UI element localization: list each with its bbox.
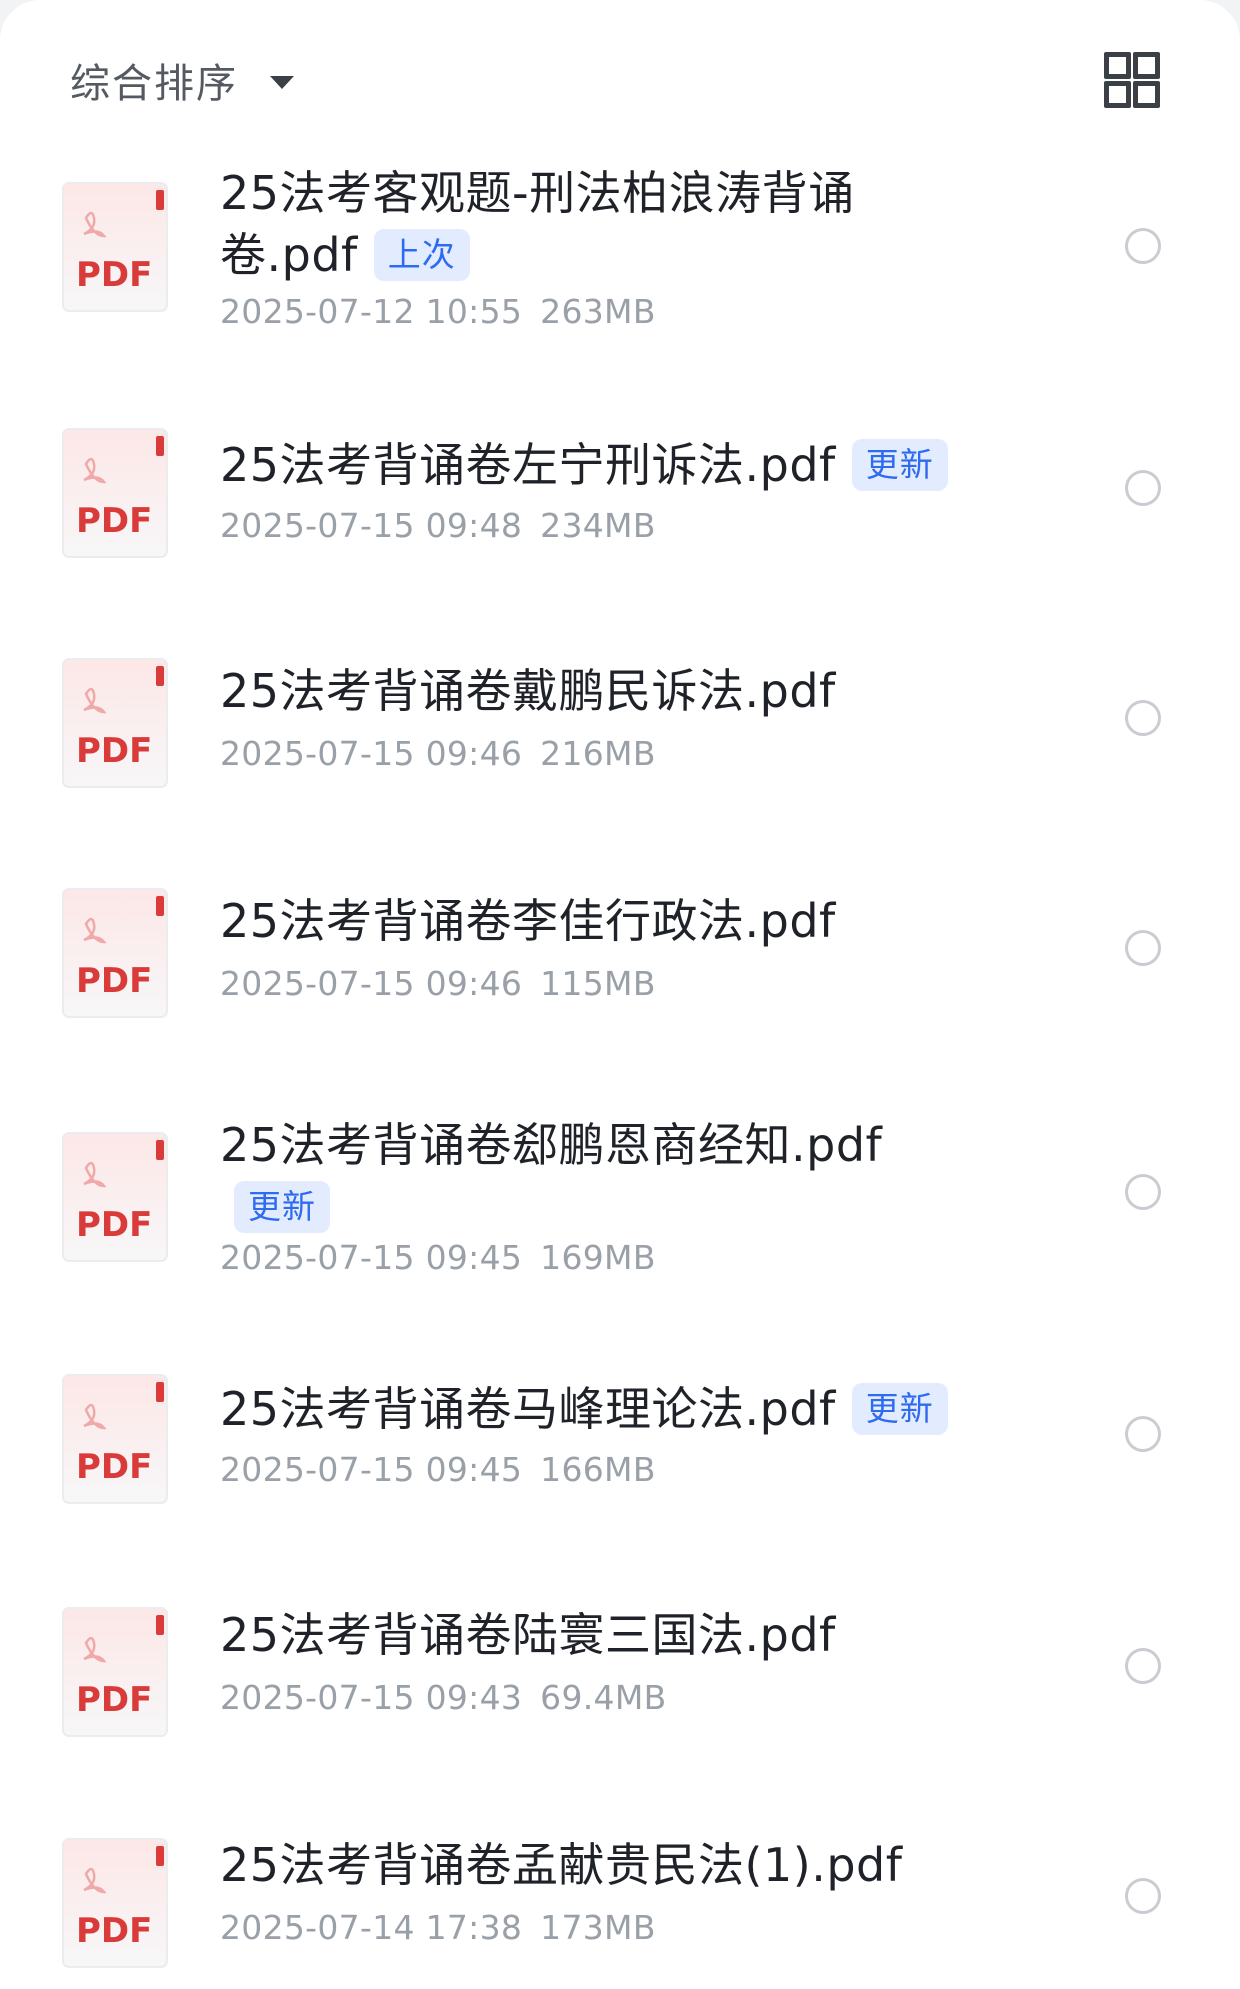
file-title: 25法考客观题-刑法柏浪涛背诵 卷.pdf 上次 [220,162,980,286]
file-title: 25法考背诵卷李佳行政法.pdf [220,890,980,952]
file-size: 216MB [540,734,656,773]
file-title-text: 25法考背诵卷戴鹏民诉法.pdf [220,664,836,718]
svg-text:PDF: PDF [76,731,152,771]
file-title-text: 25法考背诵卷左宁刑诉法.pdf [220,438,836,492]
file-row[interactable]: PDF 25法考背诵卷马峰理论法.pdf 更新 2025-07-15 09:45 1… [0,1360,1240,1590]
list-toolbar: 综合排序 [0,0,1240,160]
updated-badge: 更新 [234,1180,330,1233]
file-title-line1: 25法考客观题-刑法柏浪涛背诵 [220,166,855,220]
svg-text:PDF: PDF [76,1911,152,1951]
pdf-file-icon: PDF [62,182,168,312]
file-meta: 2025-07-12 10:55 263MB [220,292,656,331]
pdf-file-icon: PDF [62,658,168,788]
file-meta: 2025-07-15 09:45 166MB [220,1450,656,1489]
file-size: 169MB [540,1238,656,1277]
file-meta: 2025-07-15 09:48 234MB [220,506,656,545]
svg-text:PDF: PDF [76,1205,152,1245]
sort-dropdown[interactable]: 综合排序 [70,50,294,110]
file-row[interactable]: PDF 25法考背诵卷李佳行政法.pdf 2025-07-15 09:46 115… [0,860,1240,1090]
file-meta: 2025-07-15 09:43 69.4MB [220,1678,667,1717]
file-row[interactable]: PDF 25法考背诵卷孟献贵民法(1).pdf 2025-07-14 17:38… [0,1820,1240,1989]
file-row[interactable]: PDF 25法考背诵卷郄鹏恩商经知.pdf 更新 2025-07-15 09:4… [0,1090,1240,1360]
file-row[interactable]: PDF 25法考背诵卷左宁刑诉法.pdf 更新 2025-07-15 09:48 2… [0,400,1240,630]
file-row[interactable]: PDF 25法考背诵卷戴鹏民诉法.pdf 2025-07-15 09:46 216… [0,630,1240,860]
select-radio[interactable] [1125,700,1161,736]
file-title: 25法考背诵卷孟献贵民法(1).pdf [220,1834,980,1896]
file-title: 25法考背诵卷陆寰三国法.pdf [220,1604,980,1666]
pdf-file-icon: PDF [62,1374,168,1504]
file-title: 25法考背诵卷马峰理论法.pdf 更新 [220,1378,1020,1440]
updated-badge: 更新 [851,438,948,491]
file-title-text: 25法考背诵卷郄鹏恩商经知.pdf [220,1118,883,1172]
select-radio[interactable] [1125,1416,1161,1452]
select-radio[interactable] [1125,1648,1161,1684]
file-title: 25法考背诵卷戴鹏民诉法.pdf [220,660,980,722]
file-date: 2025-07-12 10:55 [220,292,523,331]
select-radio[interactable] [1125,1174,1161,1210]
file-row[interactable]: PDF 25法考背诵卷陆寰三国法.pdf 2025-07-15 09:43 69.… [0,1590,1240,1820]
file-size: 234MB [540,506,656,545]
file-date: 2025-07-15 09:43 [220,1678,523,1717]
svg-text:PDF: PDF [76,501,152,541]
pdf-file-icon: PDF [62,888,168,1018]
file-date: 2025-07-15 09:45 [220,1238,523,1277]
pdf-file-icon: PDF [62,1607,168,1737]
pdf-file-icon: PDF [62,1132,168,1262]
file-title-text: 25法考背诵卷李佳行政法.pdf [220,894,836,948]
file-size: 115MB [540,964,656,1003]
file-meta: 2025-07-15 09:46 115MB [220,964,656,1003]
last-opened-badge: 上次 [373,228,470,281]
file-date: 2025-07-15 09:45 [220,1450,523,1489]
select-radio[interactable] [1125,930,1161,966]
caret-down-icon [270,75,294,89]
file-size: 166MB [540,1450,656,1489]
file-size: 69.4MB [540,1678,667,1717]
pdf-file-icon: PDF [62,1838,168,1968]
file-title-text: 25法考背诵卷陆寰三国法.pdf [220,1608,836,1662]
file-date: 2025-07-15 09:48 [220,506,523,545]
file-date: 2025-07-15 09:46 [220,964,523,1003]
file-title: 25法考背诵卷郄鹏恩商经知.pdf 更新 [220,1114,980,1238]
file-meta: 2025-07-14 17:38 173MB [220,1908,656,1947]
sort-label: 综合排序 [70,61,238,107]
svg-text:PDF: PDF [76,255,152,295]
file-row[interactable]: PDF 25法考客观题-刑法柏浪涛背诵 卷.pdf 上次 2025-07-12 1… [0,160,1240,390]
svg-text:PDF: PDF [76,1680,152,1720]
file-title-text: 25法考背诵卷孟献贵民法(1).pdf [220,1838,903,1892]
file-title-text: 25法考背诵卷马峰理论法.pdf [220,1382,836,1436]
select-radio[interactable] [1125,228,1161,264]
file-title: 25法考背诵卷左宁刑诉法.pdf 更新 [220,434,1020,496]
file-date: 2025-07-15 09:46 [220,734,523,773]
svg-text:PDF: PDF [76,961,152,1001]
svg-text:PDF: PDF [76,1447,152,1487]
file-size: 173MB [540,1908,656,1947]
file-meta: 2025-07-15 09:46 216MB [220,734,656,773]
file-meta: 2025-07-15 09:45 169MB [220,1238,656,1277]
file-date: 2025-07-14 17:38 [220,1908,523,1947]
select-radio[interactable] [1125,1878,1161,1914]
file-title-line2: 卷.pdf [220,228,358,282]
file-size: 263MB [540,292,656,331]
grid-view-icon[interactable] [1104,52,1160,108]
file-list-sheet: 综合排序 PDF 25法考客观题-刑法柏浪涛背诵 卷.pdf 上次 2025-07… [0,0,1240,1989]
pdf-file-icon: PDF [62,428,168,558]
updated-badge: 更新 [851,1382,948,1435]
select-radio[interactable] [1125,470,1161,506]
